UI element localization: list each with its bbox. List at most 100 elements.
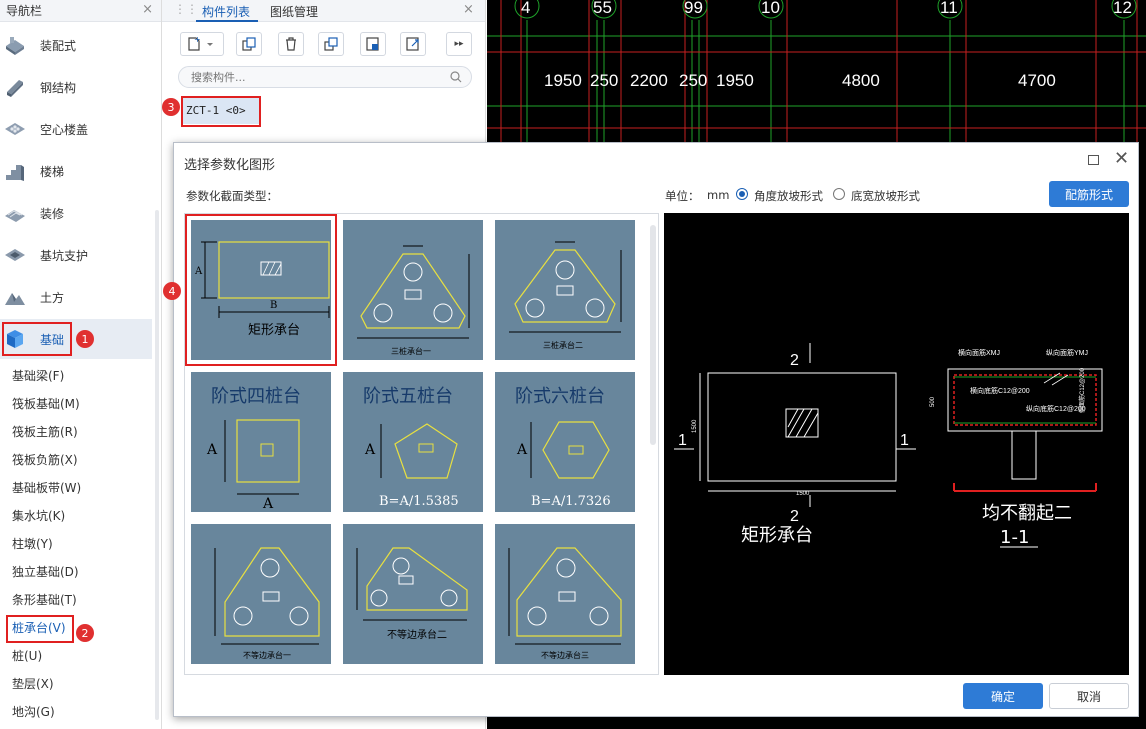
shape-name: 不等边承台三 [541, 650, 589, 660]
nav-category-decoration[interactable]: 装修 [0, 193, 152, 233]
select-parametric-shape-dialog: 选择参数化图形 ✕ 参数化截面类型： 单位： mm 角度放坡形式 底宽放坡形式 … [163, 142, 1139, 717]
export-button[interactable] [400, 32, 426, 56]
rebar-note: 横向面筋XMJ [958, 348, 1000, 357]
dim-label-a: A [206, 442, 218, 458]
step-four-pile-diagram: 阶式四桩台 A A [206, 386, 301, 512]
shape-card-unequal-2[interactable]: 不等边承台二 [337, 518, 489, 670]
cancel-button[interactable]: 取消 [1049, 683, 1129, 709]
navigation-panel: 导航栏 × 装配式 钢结构 空心楼盖 楼梯 装修 基坑支护 土方 基础 1 基础… [0, 0, 162, 729]
nav-item-strip-foundation[interactable]: 条形基础(T) [12, 591, 77, 608]
dim-text: 1500 [796, 491, 810, 497]
nav-item-column-pier[interactable]: 柱墩(Y) [12, 535, 53, 552]
section-name: 1-1 [1000, 527, 1029, 548]
shape-grid-scrollbar[interactable] [650, 225, 656, 445]
bottom-width-slope-radio[interactable] [833, 188, 845, 200]
nav-item-trench[interactable]: 地沟(G) [12, 703, 55, 720]
drag-handle-icon[interactable]: ⋮⋮ [174, 2, 198, 16]
export-icon [406, 37, 419, 51]
trash-icon [286, 37, 296, 51]
angle-slope-radio[interactable] [736, 188, 748, 200]
shape-card-three-pile-2[interactable]: 三桩承台二 [489, 214, 641, 366]
step-five-pile-diagram: 阶式五桩台 A B=A/1.5385 [363, 386, 459, 509]
nav-item-raft-foundation[interactable]: 筏板基础(M) [12, 395, 80, 412]
highlight-frame [2, 322, 72, 356]
new-file-icon: + [188, 36, 213, 51]
nav-category-earthwork[interactable]: 土方 [0, 277, 152, 317]
dimension-text: 2200 [630, 71, 668, 90]
nav-item-isolated-foundation[interactable]: 独立基础(D) [12, 563, 79, 580]
rebar-form-button[interactable]: 配筋形式 [1049, 181, 1129, 207]
prefab-icon [6, 37, 24, 55]
delete-button[interactable] [278, 32, 304, 56]
highlight-frame [6, 615, 74, 643]
copy-icon [242, 37, 256, 51]
hollow-floor-icon [5, 123, 25, 135]
floor-copy-icon [366, 37, 379, 51]
axis-number: 99 [684, 0, 703, 17]
nav-scrollbar[interactable] [155, 210, 159, 720]
preview-shape-name: 矩形承台 [741, 525, 813, 546]
nav-item-raft-main-rebar[interactable]: 筏板主筋(R) [12, 423, 78, 440]
stairs-icon [6, 165, 24, 181]
duplicate-button[interactable] [318, 32, 344, 56]
angle-slope-label[interactable]: 角度放坡形式 [754, 188, 823, 204]
close-icon[interactable]: ✕ [1114, 148, 1129, 169]
nav-item-sump[interactable]: 集水坑(K) [12, 507, 65, 524]
rebar-note: 横向底筋C12@200 [970, 386, 1030, 395]
shape-card-unequal-3[interactable]: 不等边承台三 [489, 518, 641, 670]
tab-drawing-management[interactable]: 图纸管理 [270, 3, 318, 20]
unequal-pile-cap-diagram: 不等边承台一 [214, 547, 320, 660]
dimension-text: 1950 [544, 71, 582, 90]
shape-card-step-four-pile[interactable]: 阶式四桩台 A A [185, 366, 337, 518]
dimension-text: 1950 [716, 71, 754, 90]
nav-category-pit-support[interactable]: 基坑支护 [0, 235, 152, 275]
more-button[interactable]: ▸▸ [446, 32, 472, 56]
shape-card-step-five-pile[interactable]: 阶式五桩台 A B=A/1.5385 [337, 366, 489, 518]
unit-label: 单位： [665, 189, 700, 203]
copy-button[interactable] [236, 32, 262, 56]
unequal-pile-cap-diagram: 不等边承台二 [356, 547, 468, 641]
rebar-note: 纵向底筋C12@200 [1026, 404, 1086, 413]
nav-item-foundation-strip[interactable]: 基础板带(W) [12, 479, 81, 496]
three-pile-cap-diagram: 三桩承台一 [357, 245, 470, 356]
new-component-button[interactable]: + [180, 32, 224, 56]
shape-preview: 2 1500 1500 1 1 2 矩形承台 横向面筋XMJ 纵向面筋YMJ 横… [664, 213, 1129, 675]
shape-card-step-six-pile[interactable]: 阶式六桩台 A B=A/1.7326 [489, 366, 641, 518]
section-type-label: 参数化截面类型： [186, 189, 278, 203]
section-mark: 1 [900, 432, 909, 449]
nav-item-pile[interactable]: 桩(U) [12, 647, 42, 664]
step-badge: 4 [163, 282, 181, 300]
nav-item-foundation-beam[interactable]: 基础梁(F) [12, 367, 64, 384]
component-search-input[interactable] [178, 66, 472, 88]
dialog-title: 选择参数化图形 [184, 158, 276, 173]
shape-card-three-pile-1[interactable]: 三桩承台一 [337, 214, 489, 366]
dim-formula: B=A/1.5385 [379, 494, 459, 509]
dimension-text: 4800 [842, 71, 880, 90]
navigation-title: 导航栏 [6, 4, 43, 18]
three-pile-cap-diagram: 三桩承台二 [509, 241, 622, 350]
close-icon[interactable]: × [463, 2, 474, 17]
close-icon[interactable]: × [142, 2, 153, 17]
steel-structure-icon [7, 80, 23, 97]
nav-item-raft-negative-rebar[interactable]: 筏板负筋(X) [12, 451, 78, 468]
component-tabbar: ⋮⋮ 构件列表 图纸管理 × [162, 0, 485, 22]
ok-button[interactable]: 确定 [963, 683, 1043, 709]
tab-component-list[interactable]: 构件列表 [202, 3, 250, 20]
nav-category-steel[interactable]: 钢结构 [0, 67, 152, 107]
shape-grid: A B 矩形承台 三桩承台一 三桩承台二 阶式四桩台 A A 阶式五桩台 A B… [184, 213, 659, 675]
search-icon[interactable] [450, 71, 462, 83]
nav-category-prefab[interactable]: 装配式 [0, 25, 152, 65]
dim-text: 1500 [692, 419, 698, 433]
shape-card-unequal-1[interactable]: 不等边承台一 [185, 518, 337, 670]
nav-item-cushion[interactable]: 垫层(X) [12, 675, 54, 692]
section-mark: 1 [678, 432, 687, 449]
axis-number: 4 [521, 0, 530, 17]
axis-number: 55 [593, 0, 612, 17]
nav-category-hollow-floor[interactable]: 空心楼盖 [0, 109, 152, 149]
bottom-width-slope-label[interactable]: 底宽放坡形式 [851, 188, 920, 204]
step-badge: 3 [162, 98, 180, 116]
layers-icon [324, 37, 338, 51]
maximize-icon[interactable] [1088, 155, 1099, 165]
nav-category-stairs[interactable]: 楼梯 [0, 151, 152, 191]
floor-copy-button[interactable] [360, 32, 386, 56]
